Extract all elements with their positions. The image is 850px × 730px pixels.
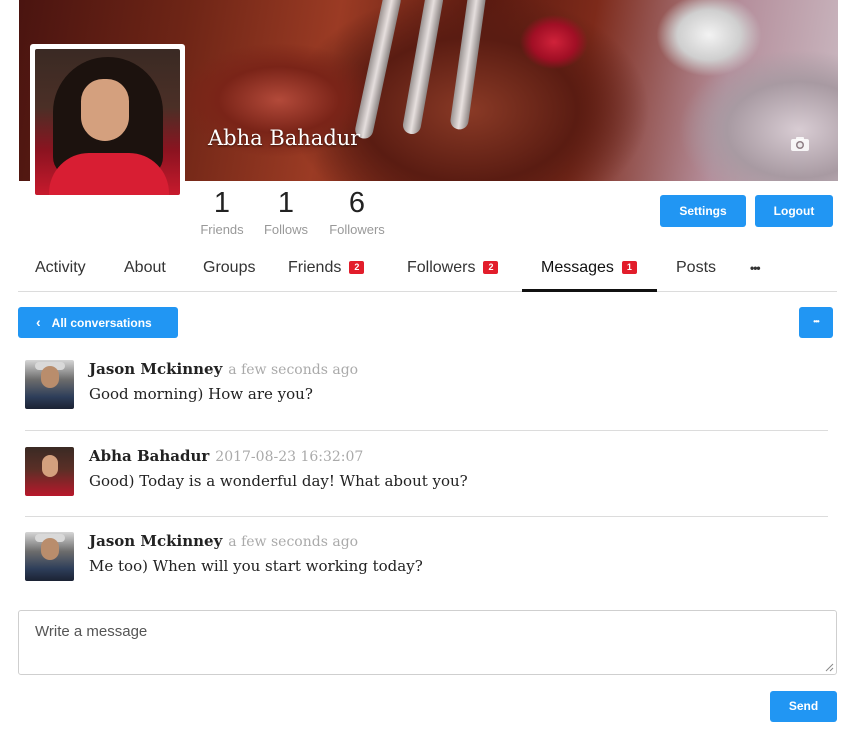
more-icon: •••	[813, 317, 819, 326]
more-icon: •••	[750, 261, 761, 275]
stat-label: Follows	[263, 222, 309, 237]
tab-label: Groups	[203, 259, 256, 276]
message-text: Me too) When will you start working toda…	[89, 557, 423, 575]
tab-label: Friends	[288, 259, 342, 276]
message-divider	[25, 516, 828, 517]
send-button[interactable]: Send	[770, 691, 837, 722]
profile-tabs: Activity About Groups Friends 2 Followers…	[18, 246, 837, 292]
stat-value: 6	[348, 187, 366, 219]
conversation-menu-button[interactable]: •••	[799, 307, 833, 338]
message-time: a few seconds ago	[228, 534, 359, 550]
tab-about[interactable]: About	[124, 246, 166, 292]
stat-label: Friends	[200, 222, 244, 237]
cover-decoration	[353, 0, 403, 141]
tab-friends[interactable]: Friends 2	[288, 246, 365, 292]
tab-label: Messages	[541, 259, 614, 276]
avatar[interactable]	[25, 360, 74, 409]
tab-label: Activity	[35, 259, 86, 276]
active-tab-indicator	[522, 289, 657, 292]
message-author[interactable]: Abha Bahadur	[89, 447, 209, 465]
stat-value: 1	[213, 187, 231, 219]
tab-messages[interactable]: Messages 1	[541, 246, 637, 292]
camera-icon[interactable]	[790, 136, 810, 152]
cover-decoration	[449, 0, 487, 131]
avatar[interactable]	[25, 532, 74, 581]
profile-name: Abha Bahadur	[208, 126, 361, 150]
message-author[interactable]: Jason Mckinney	[89, 360, 222, 378]
tab-groups[interactable]: Groups	[203, 246, 255, 292]
resize-handle-icon[interactable]	[824, 662, 834, 672]
tab-followers[interactable]: Followers 2	[407, 246, 499, 292]
avatar-head	[41, 366, 59, 388]
cover-decoration	[401, 0, 445, 136]
tab-badge: 2	[349, 261, 365, 274]
all-conversations-label: All conversations	[51, 316, 152, 330]
avatar-head	[41, 538, 59, 560]
avatar-body	[49, 153, 169, 195]
message-header: Jason Mckinney a few seconds ago	[89, 360, 358, 378]
tab-more[interactable]: •••	[750, 246, 761, 292]
message-text: Good) Today is a wonderful day! What abo…	[89, 472, 468, 490]
avatar-head	[42, 455, 58, 477]
avatar-image	[35, 49, 180, 195]
avatar[interactable]	[25, 447, 74, 496]
logout-button[interactable]: Logout	[755, 195, 833, 227]
avatar-face	[81, 79, 129, 141]
message-input-placeholder: Write a message	[35, 623, 148, 640]
tab-badge: 2	[483, 261, 499, 274]
profile-avatar[interactable]	[30, 44, 185, 200]
stat-label: Followers	[329, 222, 385, 237]
message-divider	[25, 430, 828, 431]
tab-label: About	[124, 259, 166, 276]
chevron-left-icon: ‹	[36, 314, 41, 330]
message-header: Abha Bahadur 2017-08-23 16:32:07	[89, 447, 363, 465]
tab-label: Followers	[407, 259, 476, 276]
settings-button[interactable]: Settings	[660, 195, 746, 227]
message-header: Jason Mckinney a few seconds ago	[89, 532, 358, 550]
stat-friends[interactable]: 1 Friends	[192, 186, 252, 237]
message-time: 2017-08-23 16:32:07	[215, 449, 364, 465]
message-author[interactable]: Jason Mckinney	[89, 532, 222, 550]
stat-followers[interactable]: 6 Followers	[327, 186, 387, 237]
all-conversations-button[interactable]: ‹ All conversations	[18, 307, 178, 338]
tab-activity[interactable]: Activity	[35, 246, 86, 292]
tab-badge: 1	[621, 261, 637, 274]
message-input[interactable]: Write a message	[18, 610, 837, 675]
message-text: Good morning) How are you?	[89, 385, 313, 403]
message-time: a few seconds ago	[228, 362, 359, 378]
stat-value: 1	[277, 187, 295, 219]
stat-follows[interactable]: 1 Follows	[256, 186, 316, 237]
tab-posts[interactable]: Posts	[676, 246, 716, 292]
tab-label: Posts	[676, 259, 717, 276]
